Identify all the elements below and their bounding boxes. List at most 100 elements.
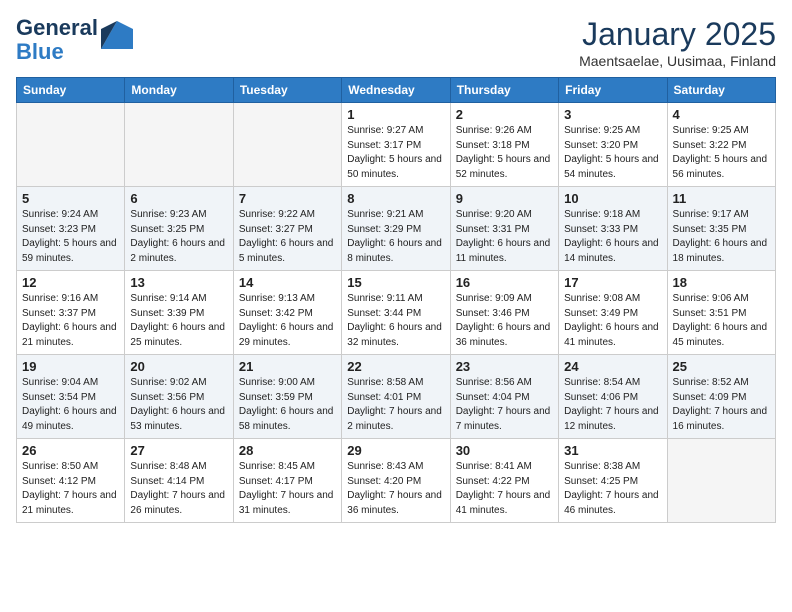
- calendar-week-row: 19Sunrise: 9:04 AM Sunset: 3:54 PM Dayli…: [17, 355, 776, 439]
- day-info: Sunrise: 8:43 AM Sunset: 4:20 PM Dayligh…: [347, 460, 444, 518]
- calendar-week-row: 5 Sunrise: 9:24 AM Sunset: 3:23 PM Daylig…: [17, 187, 776, 271]
- day-number: 14: [239, 275, 336, 290]
- day-number: 9: [456, 191, 553, 206]
- day-number: 20: [130, 359, 227, 374]
- calendar-day-cell: 11 Sunrise: 9:17 AM Sunset: 3:35 PM Dayli…: [667, 187, 775, 271]
- day-info: Sunrise: 9:06 AM Sunset: 3:51 PM Dayligh…: [673, 292, 770, 350]
- day-header-sunday: Sunday: [17, 78, 125, 103]
- day-info: Sunrise: 9:23 AM Sunset: 3:25 PM Dayligh…: [130, 208, 227, 266]
- calendar-day-cell: 20Sunrise: 9:02 AM Sunset: 3:56 PM Dayli…: [125, 355, 233, 439]
- day-info: Sunrise: 9:24 AM Sunset: 3:23 PM Dayligh…: [22, 208, 119, 266]
- day-header-wednesday: Wednesday: [342, 78, 450, 103]
- calendar-day-cell: 5 Sunrise: 9:24 AM Sunset: 3:23 PM Daylig…: [17, 187, 125, 271]
- calendar-week-row: 1Sunrise: 9:27 AM Sunset: 3:17 PM Daylig…: [17, 103, 776, 187]
- location: Maentsaelae, Uusimaa, Finland: [579, 53, 776, 69]
- calendar-day-cell: 14 Sunrise: 9:13 AM Sunset: 3:42 PM Dayli…: [233, 271, 341, 355]
- day-number: 16: [456, 275, 553, 290]
- day-number: 12: [22, 275, 119, 290]
- day-number: 15: [347, 275, 444, 290]
- logo: General Blue: [16, 16, 133, 64]
- day-number: 11: [673, 191, 770, 206]
- calendar-day-cell: 3 Sunrise: 9:25 AM Sunset: 3:20 PM Daylig…: [559, 103, 667, 187]
- day-number: 25: [673, 359, 770, 374]
- calendar-day-cell: [17, 103, 125, 187]
- calendar-day-cell: [125, 103, 233, 187]
- day-number: 21: [239, 359, 336, 374]
- day-number: 5: [22, 191, 119, 206]
- calendar-day-cell: 25 Sunrise: 8:52 AM Sunset: 4:09 PM Dayli…: [667, 355, 775, 439]
- calendar-day-cell: 19Sunrise: 9:04 AM Sunset: 3:54 PM Dayli…: [17, 355, 125, 439]
- day-number: 10: [564, 191, 661, 206]
- day-info: Sunrise: 8:45 AM Sunset: 4:17 PM Dayligh…: [239, 460, 336, 518]
- day-number: 29: [347, 443, 444, 458]
- month-year: January 2025: [579, 16, 776, 53]
- calendar-day-cell: 28 Sunrise: 8:45 AM Sunset: 4:17 PM Dayli…: [233, 439, 341, 523]
- day-info: Sunrise: 9:00 AM Sunset: 3:59 PM Dayligh…: [239, 376, 336, 434]
- calendar-day-cell: 18 Sunrise: 9:06 AM Sunset: 3:51 PM Dayli…: [667, 271, 775, 355]
- day-info: Sunrise: 8:41 AM Sunset: 4:22 PM Dayligh…: [456, 460, 553, 518]
- day-header-saturday: Saturday: [667, 78, 775, 103]
- day-info: Sunrise: 8:50 AM Sunset: 4:12 PM Dayligh…: [22, 460, 119, 518]
- day-number: 28: [239, 443, 336, 458]
- calendar-week-row: 12Sunrise: 9:16 AM Sunset: 3:37 PM Dayli…: [17, 271, 776, 355]
- day-number: 31: [564, 443, 661, 458]
- day-info: Sunrise: 9:09 AM Sunset: 3:46 PM Dayligh…: [456, 292, 553, 350]
- day-info: Sunrise: 8:38 AM Sunset: 4:25 PM Dayligh…: [564, 460, 661, 518]
- day-info: Sunrise: 9:25 AM Sunset: 3:20 PM Dayligh…: [564, 124, 661, 182]
- calendar-day-cell: 30 Sunrise: 8:41 AM Sunset: 4:22 PM Dayli…: [450, 439, 558, 523]
- calendar-day-cell: [667, 439, 775, 523]
- calendar-day-cell: 15Sunrise: 9:11 AM Sunset: 3:44 PM Dayli…: [342, 271, 450, 355]
- day-info: Sunrise: 9:21 AM Sunset: 3:29 PM Dayligh…: [347, 208, 444, 266]
- day-info: Sunrise: 8:48 AM Sunset: 4:14 PM Dayligh…: [130, 460, 227, 518]
- calendar-day-cell: 29 Sunrise: 8:43 AM Sunset: 4:20 PM Dayli…: [342, 439, 450, 523]
- day-info: Sunrise: 9:13 AM Sunset: 3:42 PM Dayligh…: [239, 292, 336, 350]
- calendar-day-cell: 13 Sunrise: 9:14 AM Sunset: 3:39 PM Dayli…: [125, 271, 233, 355]
- calendar-day-cell: 31 Sunrise: 8:38 AM Sunset: 4:25 PM Dayli…: [559, 439, 667, 523]
- calendar-day-cell: 1Sunrise: 9:27 AM Sunset: 3:17 PM Daylig…: [342, 103, 450, 187]
- day-number: 17: [564, 275, 661, 290]
- day-info: Sunrise: 9:25 AM Sunset: 3:22 PM Dayligh…: [673, 124, 770, 182]
- day-number: 3: [564, 107, 661, 122]
- day-info: Sunrise: 9:04 AM Sunset: 3:54 PM Dayligh…: [22, 376, 119, 434]
- day-number: 18: [673, 275, 770, 290]
- day-number: 4: [673, 107, 770, 122]
- calendar-day-cell: 22Sunrise: 8:58 AM Sunset: 4:01 PM Dayli…: [342, 355, 450, 439]
- calendar-day-cell: 6 Sunrise: 9:23 AM Sunset: 3:25 PM Daylig…: [125, 187, 233, 271]
- logo-blue: Blue: [16, 39, 64, 64]
- day-info: Sunrise: 9:22 AM Sunset: 3:27 PM Dayligh…: [239, 208, 336, 266]
- day-number: 7: [239, 191, 336, 206]
- calendar-day-cell: 9 Sunrise: 9:20 AM Sunset: 3:31 PM Daylig…: [450, 187, 558, 271]
- day-number: 30: [456, 443, 553, 458]
- day-number: 2: [456, 107, 553, 122]
- day-info: Sunrise: 8:52 AM Sunset: 4:09 PM Dayligh…: [673, 376, 770, 434]
- calendar-table: SundayMondayTuesdayWednesdayThursdayFrid…: [16, 77, 776, 523]
- day-number: 22: [347, 359, 444, 374]
- calendar-day-cell: 8Sunrise: 9:21 AM Sunset: 3:29 PM Daylig…: [342, 187, 450, 271]
- day-info: Sunrise: 9:08 AM Sunset: 3:49 PM Dayligh…: [564, 292, 661, 350]
- day-number: 1: [347, 107, 444, 122]
- day-info: Sunrise: 9:20 AM Sunset: 3:31 PM Dayligh…: [456, 208, 553, 266]
- day-header-thursday: Thursday: [450, 78, 558, 103]
- day-info: Sunrise: 9:18 AM Sunset: 3:33 PM Dayligh…: [564, 208, 661, 266]
- title-block: January 2025 Maentsaelae, Uusimaa, Finla…: [579, 16, 776, 69]
- day-header-tuesday: Tuesday: [233, 78, 341, 103]
- calendar-day-cell: 7 Sunrise: 9:22 AM Sunset: 3:27 PM Daylig…: [233, 187, 341, 271]
- day-info: Sunrise: 9:17 AM Sunset: 3:35 PM Dayligh…: [673, 208, 770, 266]
- day-header-monday: Monday: [125, 78, 233, 103]
- calendar-day-cell: 16 Sunrise: 9:09 AM Sunset: 3:46 PM Dayli…: [450, 271, 558, 355]
- calendar-day-cell: 21 Sunrise: 9:00 AM Sunset: 3:59 PM Dayli…: [233, 355, 341, 439]
- day-number: 27: [130, 443, 227, 458]
- calendar-day-cell: 10 Sunrise: 9:18 AM Sunset: 3:33 PM Dayli…: [559, 187, 667, 271]
- calendar-day-cell: 23 Sunrise: 8:56 AM Sunset: 4:04 PM Dayli…: [450, 355, 558, 439]
- calendar-day-cell: 4 Sunrise: 9:25 AM Sunset: 3:22 PM Daylig…: [667, 103, 775, 187]
- page-header: General Blue January 2025 Maentsaelae, U…: [16, 16, 776, 69]
- day-number: 23: [456, 359, 553, 374]
- day-number: 13: [130, 275, 227, 290]
- calendar-day-cell: 17 Sunrise: 9:08 AM Sunset: 3:49 PM Dayli…: [559, 271, 667, 355]
- day-header-friday: Friday: [559, 78, 667, 103]
- day-info: Sunrise: 9:14 AM Sunset: 3:39 PM Dayligh…: [130, 292, 227, 350]
- calendar-day-cell: 24Sunrise: 8:54 AM Sunset: 4:06 PM Dayli…: [559, 355, 667, 439]
- calendar-day-cell: 27 Sunrise: 8:48 AM Sunset: 4:14 PM Dayli…: [125, 439, 233, 523]
- day-number: 6: [130, 191, 227, 206]
- day-info: Sunrise: 8:56 AM Sunset: 4:04 PM Dayligh…: [456, 376, 553, 434]
